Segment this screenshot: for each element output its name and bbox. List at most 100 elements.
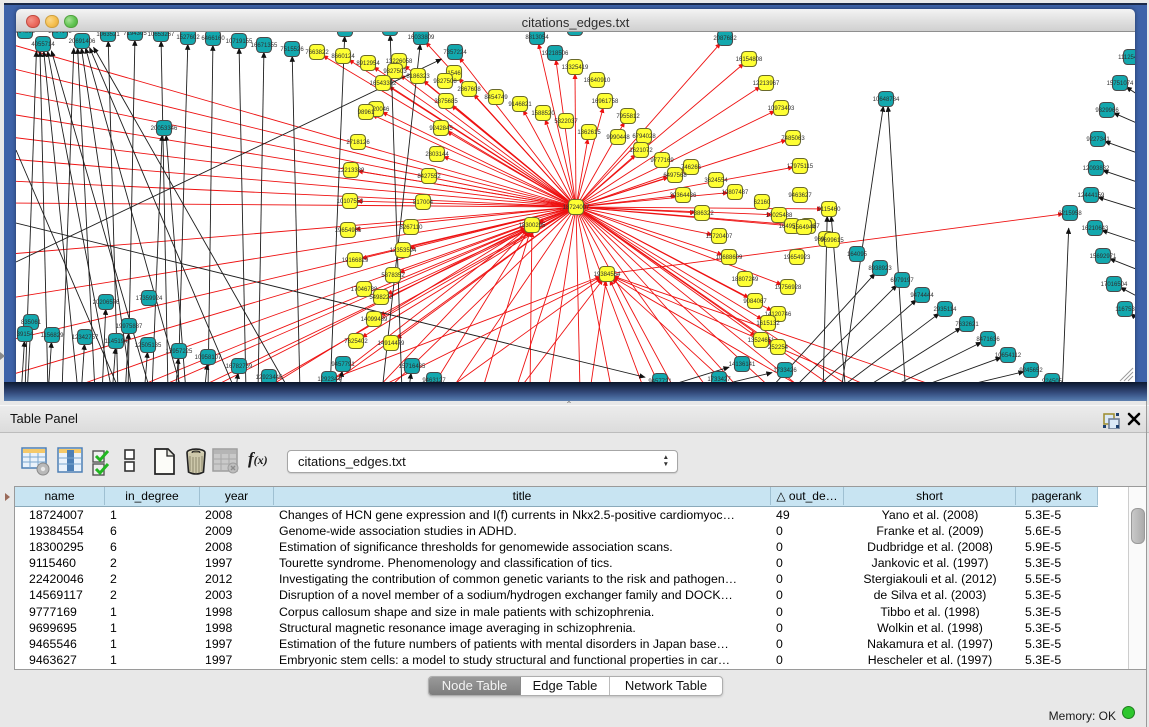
svg-text:1733427: 1733427 — [707, 377, 731, 382]
svg-text:5322037: 5322037 — [554, 119, 578, 125]
svg-text:3875685: 3875685 — [434, 99, 458, 105]
svg-text:9329966: 9329966 — [1095, 108, 1119, 114]
svg-text:10107553: 10107553 — [337, 199, 364, 205]
svg-text:10648784: 10648784 — [873, 97, 900, 103]
svg-text:6466160: 6466160 — [201, 36, 225, 42]
svg-text:19384554: 19384554 — [594, 272, 621, 278]
svg-text:8912954: 8912954 — [356, 61, 380, 67]
svg-text:3267110: 3267110 — [400, 225, 424, 231]
svg-text:16671355: 16671355 — [251, 43, 278, 49]
svg-text:17359924: 17359924 — [136, 296, 163, 302]
svg-text:1063319: 1063319 — [333, 32, 357, 33]
svg-text:18300295: 18300295 — [519, 223, 546, 229]
svg-text:20691406: 20691406 — [69, 39, 96, 45]
svg-text:1292344: 1292344 — [317, 377, 341, 382]
svg-text:164095: 164095 — [847, 252, 868, 258]
svg-text:994855: 994855 — [16, 32, 36, 35]
svg-text:12923445: 12923445 — [256, 375, 283, 381]
svg-text:12342757: 12342757 — [72, 335, 99, 341]
svg-text:2264103: 2264103 — [48, 32, 72, 35]
svg-text:8471636: 8471636 — [976, 337, 1000, 343]
svg-text:17975115: 17975115 — [787, 164, 814, 170]
svg-text:4055714: 4055714 — [31, 42, 55, 48]
svg-text:10654112: 10654112 — [995, 353, 1022, 359]
svg-text:8427552: 8427552 — [417, 174, 441, 180]
svg-text:3215958: 3215958 — [1058, 211, 1082, 217]
svg-text:14136141: 14136141 — [729, 362, 756, 368]
svg-text:20364436: 20364436 — [670, 193, 697, 199]
svg-text:9327503: 9327503 — [383, 69, 407, 75]
svg-text:14099489: 14099489 — [361, 317, 388, 323]
svg-text:7955812: 7955812 — [616, 114, 640, 120]
svg-text:9463627: 9463627 — [788, 193, 812, 199]
svg-text:9463127: 9463127 — [422, 378, 446, 382]
svg-text:19166829: 19166829 — [342, 258, 369, 264]
svg-text:12353594: 12353594 — [390, 248, 417, 254]
svg-text:9327508: 9327508 — [433, 79, 457, 85]
svg-text:15716485: 15716485 — [399, 364, 426, 370]
svg-text:10807487: 10807487 — [722, 190, 749, 196]
svg-text:2087682: 2087682 — [713, 36, 737, 42]
svg-text:12444159: 12444159 — [1078, 193, 1105, 199]
svg-text:9777169: 9777169 — [650, 158, 674, 164]
svg-text:9245652: 9245652 — [1019, 368, 1043, 374]
svg-text:9227341: 9227341 — [1086, 137, 1110, 143]
svg-text:15720407: 15720407 — [706, 234, 733, 240]
svg-text:19975887: 19975887 — [116, 324, 143, 330]
svg-text:8186323: 8186323 — [406, 74, 430, 80]
svg-text:8813054: 8813054 — [525, 35, 549, 41]
svg-text:15692971: 15692971 — [1090, 254, 1117, 260]
svg-text:13325419: 13325419 — [562, 65, 589, 71]
svg-text:16782759: 16782759 — [226, 364, 253, 370]
svg-text:17957225: 17957225 — [166, 349, 193, 355]
svg-text:18640910: 18640910 — [584, 78, 611, 84]
svg-text:98961: 98961 — [358, 110, 375, 116]
svg-text:17016504: 17016504 — [1101, 282, 1128, 288]
svg-text:7625402: 7625402 — [344, 339, 368, 345]
svg-text:16210643: 16210643 — [1082, 226, 1109, 232]
svg-text:5878352: 5878352 — [381, 273, 405, 279]
svg-text:1063521: 1063521 — [96, 32, 120, 38]
svg-text:62160: 62160 — [754, 200, 771, 206]
svg-text:746266: 746266 — [681, 165, 702, 171]
svg-text:7632621: 7632621 — [955, 322, 979, 328]
svg-text:16961758: 16961758 — [592, 99, 619, 105]
svg-text:19218506: 19218506 — [542, 51, 569, 57]
svg-text:10653267: 10653267 — [148, 32, 175, 38]
svg-text:2935114: 2935114 — [934, 307, 958, 313]
svg-text:16543382: 16543382 — [370, 81, 397, 87]
svg-text:6794028: 6794028 — [632, 134, 656, 140]
svg-text:1527602: 1527602 — [176, 35, 200, 41]
svg-text:5498222: 5498222 — [369, 295, 393, 301]
svg-text:16154808: 16154808 — [736, 57, 763, 63]
svg-text:1564944: 1564944 — [792, 225, 816, 231]
svg-text:1145194: 1145194 — [105, 339, 129, 345]
svg-text:12213967: 12213967 — [753, 81, 780, 87]
svg-text:1733426: 1733426 — [773, 368, 797, 374]
svg-text:1588520: 1588520 — [531, 111, 555, 117]
svg-text:9474444: 9474444 — [910, 293, 934, 299]
svg-text:1156829: 1156829 — [41, 333, 65, 339]
svg-text:9242845: 9242845 — [429, 126, 453, 132]
svg-text:6497568: 6497568 — [663, 173, 687, 179]
svg-text:3624554: 3624554 — [704, 178, 728, 184]
svg-text:8660124: 8660124 — [331, 54, 355, 60]
svg-text:817004: 817004 — [413, 200, 434, 206]
svg-text:2867608: 2867608 — [457, 87, 481, 93]
svg-text:7663822: 7663822 — [305, 50, 329, 56]
svg-text:9115460: 9115460 — [818, 207, 842, 213]
svg-text:18724007: 18724007 — [563, 205, 590, 211]
svg-text:12213389: 12213389 — [338, 168, 365, 174]
svg-text:16033809: 16033809 — [408, 35, 435, 41]
svg-text:11125419: 11125419 — [1118, 55, 1135, 61]
svg-text:12505135: 12505135 — [135, 343, 162, 349]
svg-text:116753: 116753 — [1115, 307, 1135, 313]
svg-text:6979197: 6979197 — [890, 278, 914, 284]
svg-text:19654923: 19654923 — [784, 255, 811, 261]
svg-text:9457791: 9457791 — [331, 362, 355, 368]
svg-text:7515526: 7515526 — [280, 47, 304, 53]
svg-text:19654985: 19654985 — [335, 228, 362, 234]
svg-text:19756928: 19756928 — [775, 285, 802, 291]
svg-text:12093832: 12093832 — [1083, 166, 1110, 172]
svg-text:9699615: 9699615 — [820, 238, 844, 244]
